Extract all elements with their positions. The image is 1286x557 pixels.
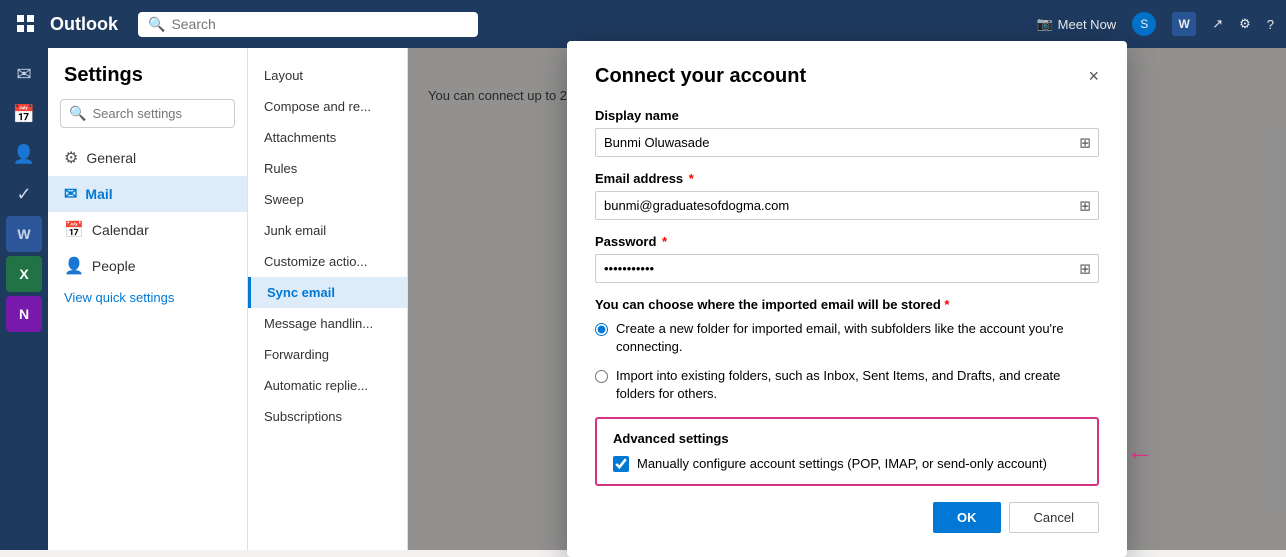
mail-icon: ✉: [64, 184, 77, 204]
email-wrapper: ⊞: [595, 191, 1099, 220]
view-quick-settings-link[interactable]: View quick settings: [48, 284, 247, 311]
share-button[interactable]: ↗: [1212, 16, 1223, 32]
display-name-group: Display name ⊞: [595, 108, 1099, 157]
share-icon: ↗: [1212, 16, 1223, 32]
password-required: *: [658, 234, 667, 249]
sub-nav-junk[interactable]: Junk email: [248, 215, 407, 246]
dialog-title: Connect your account: [595, 65, 806, 88]
email-required: *: [685, 171, 694, 186]
search-icon: 🔍: [148, 16, 165, 33]
word-button[interactable]: W: [1172, 12, 1196, 36]
password-toggle-icon[interactable]: ⊞: [1079, 260, 1091, 277]
app-layout: ✉ 📅 👤 ✓ W X N Settings 🔍 ⚙ General ✉ Mai…: [0, 48, 1286, 550]
dialog-header: Connect your account ×: [595, 65, 1099, 88]
topbar-actions: 📷 Meet Now S W ↗ ⚙ ?: [1036, 12, 1274, 36]
settings-search-box[interactable]: 🔍: [60, 99, 235, 128]
radio-new-folder[interactable]: [595, 323, 608, 336]
radio-existing-folder-label: Import into existing folders, such as In…: [616, 367, 1099, 403]
sub-nav-auto-replies[interactable]: Automatic replie...: [248, 370, 407, 401]
red-arrow-annotation: ←: [1126, 435, 1154, 467]
email-input[interactable]: [595, 191, 1099, 220]
dialog-close-button[interactable]: ×: [1088, 66, 1099, 87]
sub-nav-forwarding[interactable]: Forwarding: [248, 339, 407, 370]
radio-option-existing: Import into existing folders, such as In…: [595, 367, 1099, 403]
app-logo: Outlook: [50, 14, 118, 35]
connect-account-dialog: Connect your account × Display name ⊞ Em…: [567, 41, 1127, 557]
icon-rail: ✉ 📅 👤 ✓ W X N: [0, 48, 48, 550]
sub-nav-sweep[interactable]: Sweep: [248, 184, 407, 215]
advanced-settings-title: Advanced settings: [613, 431, 1081, 446]
question-icon: ?: [1267, 17, 1274, 32]
radio-new-folder-label: Create a new folder for imported email, …: [616, 320, 1099, 356]
settings-nav-general[interactable]: ⚙ General: [48, 140, 247, 176]
display-name-toggle-icon[interactable]: ⊞: [1079, 134, 1091, 151]
email-group: Email address * ⊞: [595, 171, 1099, 220]
settings-title: Settings: [48, 64, 247, 99]
dialog-footer: OK Cancel: [595, 502, 1099, 533]
word-icon: W: [1172, 12, 1196, 36]
password-group: Password * ⊞: [595, 234, 1099, 283]
settings-panel: Settings 🔍 ⚙ General ✉ Mail 📅 Calendar 👤…: [48, 48, 248, 550]
password-label: Password *: [595, 234, 1099, 249]
sub-nav-compose[interactable]: Compose and re...: [248, 91, 407, 122]
people-icon: 👤: [64, 256, 84, 276]
camera-icon: 📷: [1036, 16, 1052, 32]
advanced-container: Advanced settings Manually configure acc…: [595, 417, 1099, 486]
sub-nav-customize[interactable]: Customize actio...: [248, 246, 407, 277]
radio-option-new-folder: Create a new folder for imported email, …: [595, 320, 1099, 356]
search-input[interactable]: [171, 16, 468, 32]
general-icon: ⚙: [64, 148, 78, 168]
apps-launcher[interactable]: [12, 10, 40, 38]
advanced-settings-box: Advanced settings Manually configure acc…: [595, 417, 1099, 486]
search-box[interactable]: 🔍: [138, 12, 478, 37]
main-content: You can connect up to 20 other email acc…: [408, 48, 1286, 550]
calendar-icon: 📅: [64, 220, 84, 240]
manual-config-label: Manually configure account settings (POP…: [637, 456, 1047, 471]
ok-button[interactable]: OK: [933, 502, 1001, 533]
settings-search-input[interactable]: [92, 106, 226, 121]
meet-now-button[interactable]: 📷 Meet Now: [1036, 16, 1116, 32]
rail-calendar[interactable]: 📅: [6, 96, 42, 132]
settings-nav-calendar[interactable]: 📅 Calendar: [48, 212, 247, 248]
storage-label: You can choose where the imported email …: [595, 297, 1099, 312]
email-toggle-icon[interactable]: ⊞: [1079, 197, 1091, 214]
sub-nav-subscriptions[interactable]: Subscriptions: [248, 401, 407, 432]
help-button[interactable]: ?: [1267, 17, 1274, 32]
settings-button[interactable]: ⚙: [1239, 16, 1251, 32]
display-name-label: Display name: [595, 108, 1099, 123]
sub-nav-attachments[interactable]: Attachments: [248, 122, 407, 153]
settings-nav-mail[interactable]: ✉ Mail: [48, 176, 247, 212]
skype-icon: S: [1132, 12, 1156, 36]
storage-group: You can choose where the imported email …: [595, 297, 1099, 403]
sub-nav-message[interactable]: Message handlin...: [248, 308, 407, 339]
sub-nav: Layout Compose and re... Attachments Rul…: [248, 48, 408, 550]
sub-nav-sync[interactable]: Sync email: [248, 277, 407, 308]
settings-search-icon: 🔍: [69, 105, 86, 122]
cancel-button[interactable]: Cancel: [1009, 502, 1099, 533]
rail-word[interactable]: W: [6, 216, 42, 252]
password-wrapper: ⊞: [595, 254, 1099, 283]
rail-mail[interactable]: ✉: [6, 56, 42, 92]
password-input[interactable]: [595, 254, 1099, 283]
radio-existing-folder[interactable]: [595, 370, 608, 383]
manual-config-checkbox[interactable]: [613, 456, 629, 472]
display-name-wrapper: ⊞: [595, 128, 1099, 157]
gear-icon: ⚙: [1239, 16, 1251, 32]
rail-excel[interactable]: X: [6, 256, 42, 292]
sub-nav-rules[interactable]: Rules: [248, 153, 407, 184]
rail-people[interactable]: 👤: [6, 136, 42, 172]
rail-tasks[interactable]: ✓: [6, 176, 42, 212]
email-label: Email address *: [595, 171, 1099, 186]
skype-button[interactable]: S: [1132, 12, 1156, 36]
rail-onenote[interactable]: N: [6, 296, 42, 332]
modal-overlay: Connect your account × Display name ⊞ Em…: [408, 48, 1286, 550]
display-name-input[interactable]: [595, 128, 1099, 157]
sub-nav-layout[interactable]: Layout: [248, 60, 407, 91]
settings-nav-people[interactable]: 👤 People: [48, 248, 247, 284]
manual-config-option: Manually configure account settings (POP…: [613, 456, 1081, 472]
